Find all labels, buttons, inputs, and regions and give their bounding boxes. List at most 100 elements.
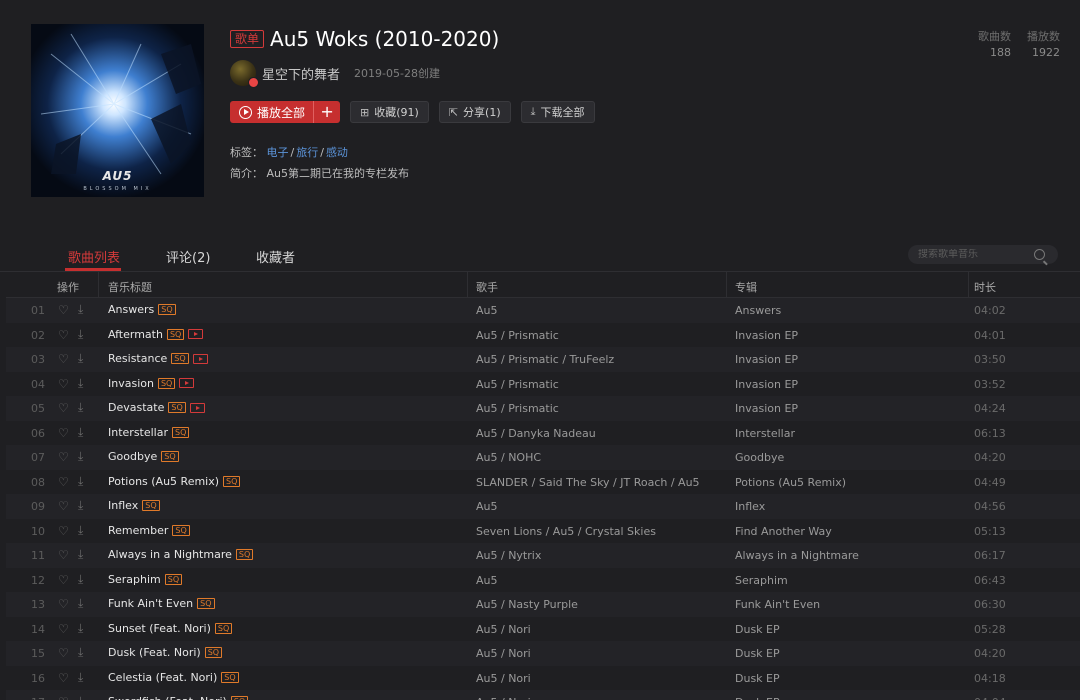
add-to-queue-button[interactable]: + — [314, 101, 340, 123]
table-row[interactable]: 17 ♡ ⤓ Swordfish (Feat. Nori)SQ Au5 / Nori Du… — [6, 690, 1080, 700]
song-album[interactable]: Invasion EP — [735, 378, 798, 391]
heart-icon[interactable]: ♡ — [58, 573, 69, 587]
song-title[interactable]: Interstellar SQ — [108, 426, 190, 439]
download-icon[interactable]: ⤓ — [78, 694, 83, 700]
column-divider[interactable] — [968, 272, 969, 298]
mv-icon[interactable] — [192, 353, 208, 364]
creator-name[interactable]: 星空下的舞者 — [262, 64, 340, 83]
song-title[interactable]: Dusk (Feat. Nori) SQ — [108, 646, 223, 659]
table-row[interactable]: 04 ♡ ⤓ Invasion SQ Au5 / Prismatic Invasion EP… — [6, 371, 1080, 396]
download-all-button[interactable]: ⤓ 下载全部 — [520, 101, 595, 123]
song-album[interactable]: Goodbye — [735, 451, 784, 464]
heart-icon[interactable]: ♡ — [58, 499, 69, 513]
song-artist[interactable]: Au5 — [476, 574, 498, 587]
heart-icon[interactable]: ♡ — [58, 548, 69, 562]
download-icon[interactable]: ⤓ — [78, 400, 83, 415]
table-row[interactable]: 03 ♡ ⤓ Resistance SQ Au5 / Prismatic / TruFee… — [6, 347, 1080, 372]
tab-subscribers[interactable]: 收藏者 — [256, 247, 295, 266]
share-button[interactable]: ⇱ 分享(1) — [438, 101, 511, 123]
column-header-duration[interactable]: 时长 — [974, 279, 996, 295]
column-divider[interactable] — [726, 272, 727, 298]
song-title[interactable]: Sunset (Feat. Nori) SQ — [108, 622, 233, 635]
song-artist[interactable]: Au5 / Prismatic — [476, 329, 559, 342]
song-title[interactable]: Aftermath SQ — [108, 328, 204, 341]
download-icon[interactable]: ⤓ — [78, 351, 83, 366]
song-artist[interactable]: Au5 / Prismatic — [476, 402, 559, 415]
heart-icon[interactable]: ♡ — [58, 328, 69, 342]
download-icon[interactable]: ⤓ — [78, 449, 83, 464]
play-all-button[interactable]: 播放全部 — [230, 101, 315, 123]
song-artist[interactable]: Au5 — [476, 304, 498, 317]
download-icon[interactable]: ⤓ — [78, 645, 83, 660]
song-album[interactable]: Dusk EP — [735, 672, 780, 685]
download-icon[interactable]: ⤓ — [78, 498, 83, 513]
song-album[interactable]: Answers — [735, 304, 781, 317]
song-album[interactable]: Always in a Nightmare — [735, 549, 859, 562]
download-icon[interactable]: ⤓ — [78, 474, 83, 489]
table-row[interactable]: 11 ♡ ⤓ Always in a Nightmare SQ Au5 / Nytrix A… — [6, 543, 1080, 568]
song-title[interactable]: Celestia (Feat. Nori) SQ — [108, 671, 239, 684]
song-title[interactable]: Goodbye SQ — [108, 450, 179, 463]
song-artist[interactable]: Au5 / Danyka Nadeau — [476, 427, 596, 440]
song-artist[interactable]: Au5 / Nori — [476, 696, 531, 700]
table-row[interactable]: 09 ♡ ⤓ Inflex SQ Au5 Inflex 04:56 — [6, 494, 1080, 519]
song-artist[interactable]: Au5 / Nytrix — [476, 549, 541, 562]
heart-icon[interactable]: ♡ — [58, 352, 69, 366]
tab-song-list[interactable]: 歌曲列表 — [68, 247, 120, 266]
playlist-cover[interactable]: AU5 BLOSSOM MIX — [31, 24, 204, 197]
table-row[interactable]: 01 ♡ ⤓ Answers SQ Au5 Answers 04:02 — [6, 298, 1080, 323]
heart-icon[interactable]: ♡ — [58, 426, 69, 440]
song-album[interactable]: Funk Ain't Even — [735, 598, 820, 611]
creator-avatar[interactable] — [230, 60, 259, 88]
song-artist[interactable]: Au5 / Nori — [476, 672, 531, 685]
song-title[interactable]: Devastate SQ — [108, 401, 205, 414]
heart-icon[interactable]: ♡ — [58, 597, 69, 611]
mv-icon[interactable] — [189, 402, 205, 413]
song-artist[interactable]: Au5 — [476, 500, 498, 513]
tab-comments[interactable]: 评论(2) — [166, 247, 210, 266]
song-album[interactable]: Inflex — [735, 500, 765, 513]
song-album[interactable]: Find Another Way — [735, 525, 832, 538]
table-row[interactable]: 05 ♡ ⤓ Devastate SQ Au5 / Prismatic Invasion E… — [6, 396, 1080, 421]
download-icon[interactable]: ⤓ — [78, 547, 83, 562]
tag-link[interactable]: 电子 — [267, 146, 289, 159]
search-icon[interactable] — [1034, 249, 1045, 260]
song-artist[interactable]: Au5 / Prismatic / TruFeelz — [476, 353, 614, 366]
table-row[interactable]: 06 ♡ ⤓ Interstellar SQ Au5 / Danyka Nadeau Int… — [6, 420, 1080, 445]
download-icon[interactable]: ⤓ — [78, 596, 83, 611]
song-title[interactable]: Resistance SQ — [108, 352, 208, 365]
collect-button[interactable]: ⊞ 收藏(91) — [350, 101, 429, 123]
heart-icon[interactable]: ♡ — [58, 377, 69, 391]
table-row[interactable]: 16 ♡ ⤓ Celestia (Feat. Nori) SQ Au5 / Nori Dus… — [6, 665, 1080, 690]
song-title[interactable]: Funk Ain't Even SQ — [108, 597, 215, 610]
tag-link[interactable]: 旅行 — [296, 146, 318, 159]
song-album[interactable]: Dusk EP — [735, 647, 780, 660]
download-icon[interactable]: ⤓ — [78, 376, 83, 391]
heart-icon[interactable]: ♡ — [58, 671, 69, 685]
table-row[interactable]: 12 ♡ ⤓ Seraphim SQ Au5 Seraphim 06:43 — [6, 567, 1080, 592]
tag-link[interactable]: 感动 — [326, 146, 348, 159]
column-header-album[interactable]: 专辑 — [735, 279, 757, 295]
mv-icon[interactable] — [188, 329, 204, 339]
song-artist[interactable]: Au5 / NOHC — [476, 451, 541, 464]
song-title[interactable]: Answers SQ — [108, 303, 176, 316]
song-album[interactable]: Invasion EP — [735, 329, 798, 342]
column-divider[interactable] — [467, 272, 468, 298]
song-title[interactable]: Seraphim SQ — [108, 573, 183, 586]
song-artist[interactable]: Au5 / Nori — [476, 647, 531, 660]
download-icon[interactable]: ⤓ — [78, 621, 83, 636]
heart-icon[interactable]: ♡ — [58, 646, 69, 660]
column-header-artist[interactable]: 歌手 — [476, 279, 498, 295]
column-header-title[interactable]: 音乐标题 — [108, 279, 152, 295]
table-row[interactable]: 14 ♡ ⤓ Sunset (Feat. Nori) SQ Au5 / Nori Dusk … — [6, 616, 1080, 641]
heart-icon[interactable]: ♡ — [58, 303, 69, 317]
song-album[interactable]: Interstellar — [735, 427, 795, 440]
download-icon[interactable]: ⤓ — [78, 572, 83, 587]
song-album[interactable]: Invasion EP — [735, 353, 798, 366]
heart-icon[interactable]: ♡ — [58, 401, 69, 415]
heart-icon[interactable]: ♡ — [58, 475, 69, 489]
song-album[interactable]: Seraphim — [735, 574, 788, 587]
mv-icon[interactable] — [179, 378, 195, 388]
song-artist[interactable]: Au5 / Nasty Purple — [476, 598, 578, 611]
download-icon[interactable]: ⤓ — [78, 425, 83, 440]
